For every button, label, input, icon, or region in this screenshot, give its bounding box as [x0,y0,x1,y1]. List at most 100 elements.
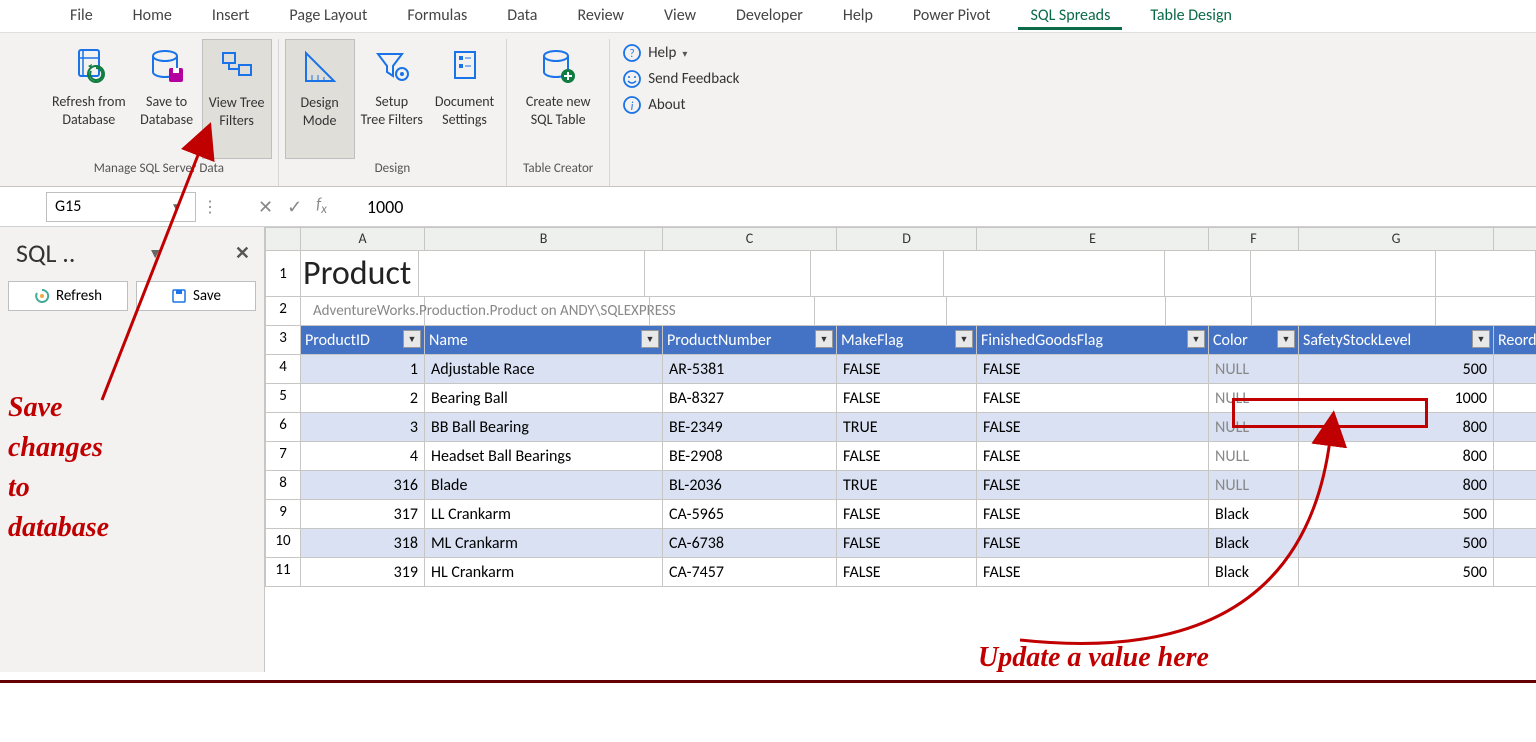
ribbon-tab-page-layout[interactable]: Page Layout [269,0,387,32]
cell-productid[interactable]: 318 [301,529,425,558]
view-tree-filters-button[interactable]: View TreeFilters [202,39,272,159]
column-header-G[interactable]: G [1299,227,1494,251]
cell-finishedgoods[interactable]: FALSE [977,413,1209,442]
cell-reference-input[interactable] [47,197,167,216]
row-header[interactable]: 10 [265,529,301,558]
design-mode-button[interactable]: DesignMode [285,39,355,159]
cell-productid[interactable]: 3 [301,413,425,442]
cell-makeflag[interactable]: FALSE [837,500,977,529]
column-header-A[interactable]: A [301,227,425,251]
name-box[interactable]: ▼ [46,192,196,222]
cell-finishedgoods[interactable]: FALSE [977,558,1209,587]
save-to-db-button[interactable]: Save toDatabase [132,39,202,159]
about-button[interactable]: i About [622,95,739,115]
cell-safetystock[interactable]: 500 [1299,355,1494,384]
ribbon-tab-home[interactable]: Home [113,0,192,32]
cell-name[interactable]: LL Crankarm [425,500,663,529]
cell-makeflag[interactable]: FALSE [837,529,977,558]
cell-productid[interactable]: 1 [301,355,425,384]
cell-name[interactable]: Blade [425,471,663,500]
cell-productnumber[interactable]: BA-8327 [663,384,837,413]
cell-name[interactable]: BB Ball Bearing [425,413,663,442]
ribbon-tab-table-design[interactable]: Table Design [1130,0,1252,32]
cell-name[interactable]: Adjustable Race [425,355,663,384]
ribbon-tab-review[interactable]: Review [557,0,644,32]
cell-reorder[interactable] [1494,529,1536,558]
table-header[interactable]: ProductID▼ [301,326,425,355]
cell-reorder[interactable] [1494,384,1536,413]
column-header-C[interactable]: C [663,227,837,251]
accept-formula-icon[interactable]: ✓ [287,196,302,218]
table-header[interactable]: SafetyStockLevel▼ [1299,326,1494,355]
cell-name[interactable]: ML Crankarm [425,529,663,558]
cell-finishedgoods[interactable]: FALSE [977,442,1209,471]
cell-finishedgoods[interactable]: FALSE [977,355,1209,384]
table-header[interactable]: MakeFlag▼ [837,326,977,355]
column-header-B[interactable]: B [425,227,663,251]
row-header[interactable]: 5 [265,384,301,413]
cell-finishedgoods[interactable]: FALSE [977,500,1209,529]
cell-makeflag[interactable]: FALSE [837,384,977,413]
formula-input[interactable] [327,195,1127,219]
column-header-H[interactable]: H [1494,227,1536,251]
cell-productnumber[interactable]: AR-5381 [663,355,837,384]
table-header[interactable]: ReorderPo▼ [1494,326,1536,355]
cell-reorder[interactable] [1494,471,1536,500]
cell-productnumber[interactable]: CA-7457 [663,558,837,587]
cell-productid[interactable]: 2 [301,384,425,413]
cell-reorder[interactable] [1494,558,1536,587]
table-header[interactable]: ProductNumber▼ [663,326,837,355]
cell-safetystock[interactable]: 800 [1299,471,1494,500]
table-header[interactable]: FinishedGoodsFlag▼ [977,326,1209,355]
cell-color[interactable]: NULL [1209,471,1299,500]
cell-productid[interactable]: 4 [301,442,425,471]
cell-name[interactable]: Bearing Ball [425,384,663,413]
ribbon-tab-insert[interactable]: Insert [192,0,270,32]
filter-dropdown-icon[interactable]: ▼ [815,330,833,348]
cell-reorder[interactable] [1494,413,1536,442]
ribbon-tab-data[interactable]: Data [487,0,557,32]
select-all-corner[interactable] [265,227,301,251]
cell-productnumber[interactable]: BE-2908 [663,442,837,471]
document-settings-button[interactable]: DocumentSettings [429,39,500,159]
cell-color[interactable]: NULL [1209,384,1299,413]
ribbon-tab-formulas[interactable]: Formulas [387,0,487,32]
cell-finishedgoods[interactable]: FALSE [977,384,1209,413]
name-box-dropdown-icon[interactable]: ▼ [167,200,185,213]
cell-makeflag[interactable]: FALSE [837,558,977,587]
cell-safetystock[interactable]: 500 [1299,558,1494,587]
cell-safetystock[interactable]: 500 [1299,500,1494,529]
ribbon-tab-view[interactable]: View [644,0,716,32]
row-header[interactable]: 8 [265,471,301,500]
cell-safetystock[interactable]: 1000 [1299,384,1494,413]
cell-color[interactable]: Black [1209,500,1299,529]
filter-dropdown-icon[interactable]: ▼ [1472,330,1490,348]
ribbon-tab-help[interactable]: Help [823,0,893,32]
ribbon-tab-sql-spreads[interactable]: SQL Spreads [1010,0,1130,32]
column-header-F[interactable]: F [1209,227,1299,251]
cell-makeflag[interactable]: TRUE [837,471,977,500]
help-button[interactable]: ? Help ▾ [622,43,739,63]
filter-dropdown-icon[interactable]: ▼ [1277,330,1295,348]
cell-productid[interactable]: 317 [301,500,425,529]
cell-makeflag[interactable]: FALSE [837,355,977,384]
table-header[interactable]: Name▼ [425,326,663,355]
filter-dropdown-icon[interactable]: ▼ [403,330,421,348]
close-panel-icon[interactable]: ✕ [235,242,250,264]
cell-productid[interactable]: 319 [301,558,425,587]
cell-reorder[interactable] [1494,355,1536,384]
cell-finishedgoods[interactable]: FALSE [977,529,1209,558]
cell-productnumber[interactable]: CA-5965 [663,500,837,529]
cell-color[interactable]: NULL [1209,442,1299,471]
setup-tree-filters-button[interactable]: SetupTree Filters [355,39,429,159]
cell-color[interactable]: Black [1209,558,1299,587]
spreadsheet-grid[interactable]: ABCDEFGH 1Product2AdventureWorks.Product… [265,227,1536,672]
table-header[interactable]: Color▼ [1209,326,1299,355]
cell-safetystock[interactable]: 500 [1299,529,1494,558]
row-header[interactable]: 3 [265,326,301,355]
ribbon-tab-file[interactable]: File [50,0,113,32]
chevron-down-icon[interactable]: ▼ [148,245,162,262]
cell-productnumber[interactable]: BE-2349 [663,413,837,442]
filter-dropdown-icon[interactable]: ▼ [955,330,973,348]
row-header[interactable]: 4 [265,355,301,384]
